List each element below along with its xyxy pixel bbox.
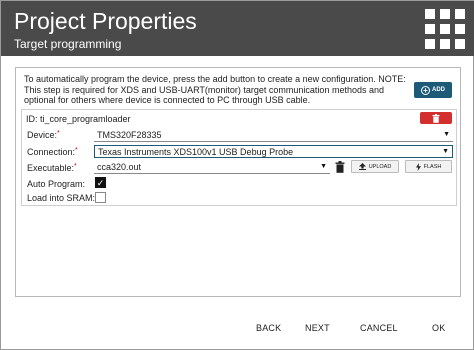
delete-button[interactable] — [420, 112, 452, 124]
dialog-header: Project Properties Target programming — [1, 1, 474, 56]
device-select[interactable]: TMS320F28335 ▼ — [94, 129, 453, 142]
chevron-down-icon: ▼ — [442, 148, 449, 155]
add-button-label: ADD — [432, 87, 445, 93]
config-id: ID: ti_core_programloader — [26, 114, 131, 124]
chevron-down-icon: ▼ — [443, 131, 450, 138]
chevron-down-icon: ▼ — [320, 163, 327, 170]
load-sram-label: Load into SRAM: — [27, 193, 96, 203]
executable-value: cca320.out — [97, 162, 142, 172]
upload-icon — [358, 163, 366, 170]
content-panel: To automatically program the device, pre… — [15, 67, 461, 297]
upload-label: UPLOAD — [368, 163, 392, 170]
project-properties-dialog: Project Properties Target programming To… — [0, 0, 474, 350]
ok-button[interactable]: OK — [432, 323, 445, 333]
connection-select[interactable]: Texas Instruments XDS100v1 USB Debug Pro… — [94, 145, 453, 158]
auto-program-label: Auto Program: — [27, 179, 86, 189]
trash-icon[interactable] — [335, 161, 345, 173]
dialog-subtitle: Target programming — [14, 37, 122, 51]
grid-icon[interactable] — [425, 9, 465, 49]
upload-button[interactable]: UPLOAD — [351, 160, 399, 173]
flash-button[interactable]: FLASH — [405, 160, 452, 173]
cancel-button[interactable]: CANCEL — [360, 323, 398, 333]
executable-select[interactable]: cca320.out ▼ — [94, 161, 330, 174]
flash-label: FLASH — [423, 163, 442, 170]
executable-label: Executable:* — [27, 163, 77, 173]
instructions-text: To automatically program the device, pre… — [24, 74, 406, 105]
lightning-icon — [415, 162, 421, 171]
add-button[interactable]: + ADD — [414, 82, 452, 98]
dialog-title: Project Properties — [14, 8, 197, 34]
configuration-card: ID: ti_core_programloader Device:* TMS32… — [21, 109, 457, 206]
trash-icon — [432, 113, 440, 123]
load-sram-checkbox[interactable] — [95, 192, 106, 203]
connection-value: Texas Instruments XDS100v1 USB Debug Pro… — [98, 147, 294, 157]
next-button[interactable]: NEXT — [305, 323, 330, 333]
auto-program-checkbox[interactable]: ✓ — [95, 177, 106, 188]
device-value: TMS320F28335 — [97, 130, 162, 140]
plus-circle-icon: + — [421, 85, 430, 95]
back-button[interactable]: BACK — [256, 323, 281, 333]
connection-label: Connection:* — [27, 147, 78, 157]
device-label: Device:* — [27, 130, 60, 140]
